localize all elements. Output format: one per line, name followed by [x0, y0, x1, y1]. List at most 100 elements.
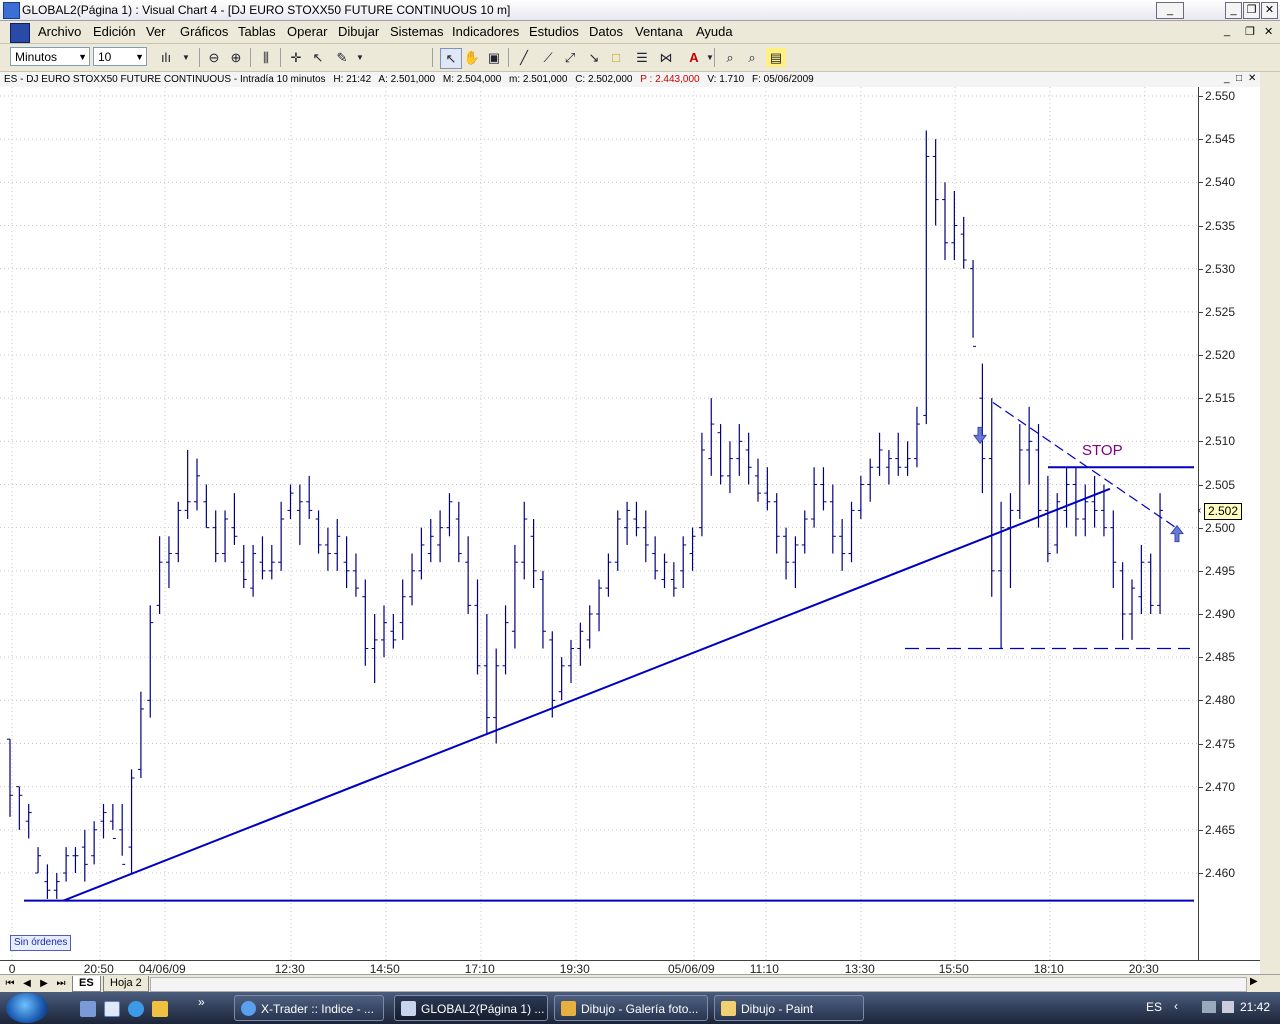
price-tick-label: 2.475 — [1205, 736, 1236, 751]
scroll-right-icon[interactable]: ▶ — [1250, 976, 1258, 987]
channel-icon[interactable]: ⋈ — [656, 48, 676, 67]
taskbar: » X-Trader :: Indice - ... GLOBAL2(Págin… — [0, 992, 1280, 1024]
menu-operar[interactable]: Operar — [287, 24, 327, 39]
system-tray: ES ‹ 21:42 — [1138, 992, 1280, 1024]
pointer-icon[interactable]: ↖ — [440, 48, 462, 69]
ray-tool-icon[interactable]: ⟋ — [538, 48, 558, 67]
prev-sheet-icon[interactable]: ◀ — [20, 977, 34, 991]
network-icon[interactable] — [1202, 1001, 1216, 1013]
minimize-button[interactable]: _ — [1156, 2, 1184, 19]
menu-ayuda[interactable]: Ayuda — [696, 24, 733, 39]
downtrend-dashed-line[interactable] — [992, 401, 1177, 529]
task-x-trader[interactable]: X-Trader :: Indice - ... — [234, 995, 384, 1021]
menu-tablas[interactable]: Tablas — [238, 24, 276, 39]
close-button[interactable]: ✕ — [1261, 2, 1278, 19]
crosshair-icon[interactable]: ✛ — [286, 48, 306, 67]
mdi-close-icon[interactable]: ✕ — [1264, 25, 1273, 38]
separator — [199, 48, 200, 67]
mdi-restore-icon[interactable]: ❐ — [1245, 25, 1255, 38]
cursor-sell-icon[interactable]: ↖ — [308, 48, 328, 67]
zoom-area-icon[interactable]: ⌕ — [720, 48, 740, 67]
fibonacci-icon[interactable]: ☰ — [632, 48, 652, 67]
pen-icon[interactable]: ✎ — [332, 48, 352, 67]
first-sheet-icon[interactable]: ⏮ — [3, 977, 17, 991]
arrow-line-icon[interactable]: ↘ — [584, 48, 604, 67]
menu-archivo[interactable]: Archivo — [38, 24, 81, 39]
price-tick-label: 2.505 — [1205, 477, 1236, 492]
start-button[interactable] — [6, 993, 48, 1023]
time-axis[interactable]: 0 20:50 04/06/09 12:30 14:50 17:10 19:30 05/06/… — [0, 960, 1260, 976]
show-desktop-icon[interactable] — [80, 1001, 96, 1017]
ohlc-bar — [16, 786, 23, 830]
menu-indicadores[interactable]: Indicadores — [452, 24, 519, 39]
next-sheet-icon[interactable]: ▶ — [37, 977, 51, 991]
price-chart[interactable]: STOP — [0, 87, 1198, 960]
menu-dibujar[interactable]: Dibujar — [338, 24, 379, 39]
more-quicklaunch-icon[interactable]: » — [198, 995, 205, 1009]
ohlc-bar — [970, 260, 977, 347]
orders-status-badge[interactable]: Sin órdenes — [10, 935, 72, 951]
chart-window-icon[interactable] — [10, 23, 30, 43]
mdi-minimize-icon[interactable]: _ — [1224, 25, 1230, 37]
price-axis[interactable]: 2.550 2.545 2.540 2.535 2.530 2.525 2.520 2.515… — [1198, 87, 1261, 960]
mdi-minimize-button[interactable]: _ — [1225, 2, 1242, 19]
folder-icon[interactable] — [152, 1001, 168, 1017]
app-icon[interactable] — [3, 2, 20, 19]
magnify-icon[interactable]: ⌕ — [742, 48, 762, 67]
internet-explorer-icon[interactable] — [128, 1001, 144, 1017]
menu-datos[interactable]: Datos — [589, 24, 623, 39]
ohlc-bar — [1035, 424, 1042, 528]
menu-estudios[interactable]: Estudios — [529, 24, 579, 39]
zoom-in-icon[interactable]: ⊕ — [226, 48, 246, 67]
tab-hoja-2[interactable]: Hoja 2 — [103, 976, 149, 992]
note-icon[interactable]: ▤ — [766, 48, 786, 67]
zoom-out-icon[interactable]: ⊖ — [204, 48, 224, 67]
ohlc-bar — [773, 493, 780, 554]
frame-icon[interactable]: ▣ — [484, 48, 504, 67]
chart-close-icon[interactable]: ✕ — [1248, 73, 1256, 84]
menu-ver[interactable]: Ver — [146, 24, 166, 39]
menu-edicion[interactable]: Edición — [93, 24, 136, 39]
ohlc-bar — [820, 467, 827, 511]
menu-ventana[interactable]: Ventana — [635, 24, 683, 39]
hand-icon[interactable]: ✋ — [462, 48, 482, 67]
last-sheet-icon[interactable]: ⏭ — [54, 977, 68, 991]
price-tick-mark — [1199, 96, 1203, 97]
period-unit-select[interactable]: Minutos ▼ — [10, 47, 90, 66]
task-visual-chart[interactable]: GLOBAL2(Página 1) ... — [394, 995, 548, 1021]
tab-es[interactable]: ES — [72, 976, 101, 992]
chart-minimize-icon[interactable]: _ — [1224, 73, 1230, 84]
volume-icon[interactable] — [1222, 1001, 1234, 1013]
tray-expand-icon[interactable]: ‹ — [1174, 999, 1178, 1013]
ohlc-bar — [362, 579, 369, 666]
menu-graficos[interactable]: Gráficos — [180, 24, 228, 39]
extended-line-icon[interactable]: ⤢ — [560, 48, 580, 67]
window-switch-icon[interactable] — [104, 1001, 120, 1017]
sheet-bar: ⏮ ◀ ▶ ⏭ ES Hoja 2 ▶ — [0, 974, 1280, 993]
chart-restore-icon[interactable]: □ — [1236, 73, 1242, 84]
rectangle-icon[interactable]: □ — [606, 48, 626, 67]
bars-icon[interactable]: ⫼ — [256, 48, 276, 67]
chart-area[interactable]: STOP — [0, 87, 1260, 960]
chart-type-dropdown-icon[interactable]: ▼ — [176, 48, 196, 67]
chart-type-icon[interactable]: ılı — [156, 48, 176, 67]
task-photo-gallery[interactable]: Dibujo - Galería foto... — [554, 995, 708, 1021]
ohlc-bar — [268, 544, 275, 580]
line-tool-icon[interactable]: ╱ — [514, 48, 534, 67]
period-value-select[interactable]: 10 ▼ — [93, 47, 147, 66]
ohlc-bar — [801, 510, 808, 554]
pen-dropdown-icon[interactable]: ▼ — [350, 48, 370, 67]
uptrend-line[interactable] — [63, 487, 1111, 902]
price-tick-label: 2.470 — [1205, 779, 1236, 794]
horizontal-scrollbar[interactable] — [150, 977, 1247, 992]
ohlc-bar — [371, 614, 378, 684]
price-tick-label: 2.480 — [1205, 693, 1236, 708]
clock[interactable]: 21:42 — [1240, 1000, 1270, 1014]
ohlc-bar — [848, 501, 855, 563]
restore-button[interactable]: ❐ — [1243, 2, 1260, 19]
language-indicator[interactable]: ES — [1146, 1000, 1162, 1014]
ohlc-bar — [250, 544, 257, 597]
task-paint[interactable]: Dibujo - Paint — [714, 995, 864, 1021]
menu-sistemas[interactable]: Sistemas — [390, 24, 443, 39]
text-dropdown-icon[interactable]: ▼ — [700, 48, 720, 67]
